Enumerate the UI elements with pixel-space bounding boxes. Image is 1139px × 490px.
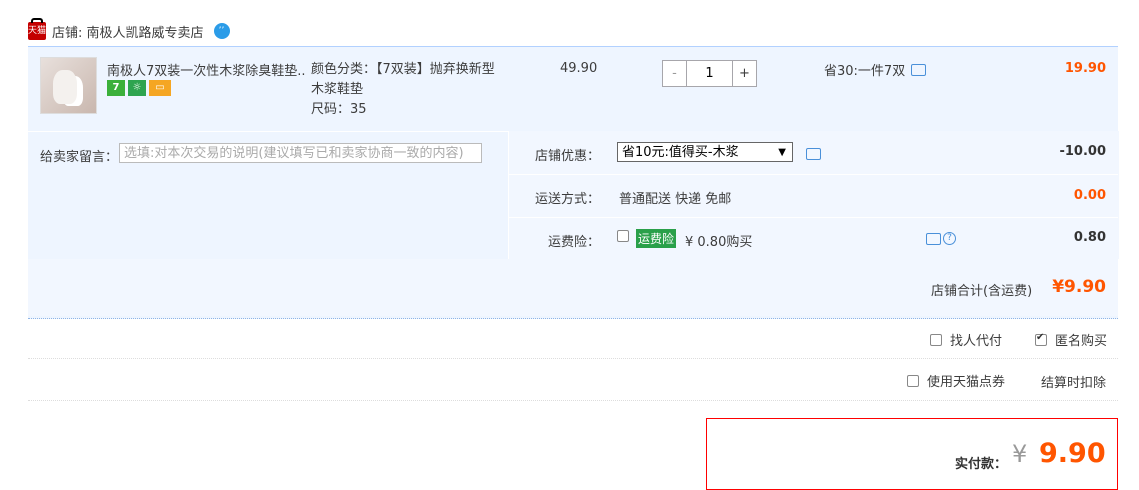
chevron-down-icon: ▼ [778,147,786,158]
proxy-pay-option[interactable]: 找人代付 [930,330,1002,349]
shipping-value: 普通配送 快递 免邮 [619,192,732,207]
quantity-stepper: - 1 + [662,60,757,87]
guarantee-icon[interactable]: ☼ [128,80,146,96]
tmall-points-option[interactable]: 使用天猫点券 [907,371,1005,390]
item-price: 49.90 [560,61,598,76]
memo-label: 给卖家留言： [40,150,119,165]
item-subtotal: 19.90 [1064,61,1106,76]
insurance-amount: 0.80 [1073,230,1106,245]
promo-chat-icon[interactable] [911,63,927,76]
sku-size: 尺码：35 [311,102,367,117]
ww-chat-icon[interactable]: ʼʼ [213,23,230,39]
promo-text: 省30:一件7双 [824,64,906,79]
shipping-amount: 0.00 [1073,188,1106,203]
divider [508,217,1118,218]
discount-chat-icon[interactable] [806,148,821,160]
shipping-label: 运送方式： [534,192,600,207]
insurance-text: ¥ 0.80购买 [685,235,753,250]
sku-color-cont: 木浆鞋垫 [311,82,364,97]
shop-name[interactable]: 店铺: 南极人凯路威专卖店 [52,22,204,41]
tmall-points-checkbox[interactable] [907,374,919,387]
payment-currency: ¥ [1012,440,1028,468]
proxy-pay-label: 找人代付 [950,334,1003,349]
sku-color: 颜色分类：【7双装】抛弃换新型 [311,62,495,77]
discount-select[interactable]: 省10元:值得买-木浆 ▼ [617,142,793,162]
anonymous-label: 匿名购买 [1055,334,1108,349]
payment-amount: 9.90 [1039,438,1106,469]
credit-card-icon[interactable]: ▭ [149,80,171,96]
tmall-logo-icon: 天猫 [28,18,46,40]
insurance-icons: ? [926,232,956,245]
anonymous-option[interactable]: 匿名购买 [1035,330,1107,349]
insurance-label: 运费险： [547,235,600,250]
product-thumbnail[interactable] [40,57,97,114]
insurance-badge: 运费险 [636,229,677,248]
item-badges: 7 ☼ ▭ [107,80,171,96]
insurance-checkbox[interactable] [617,230,629,242]
shop-total-label: 店铺合计(含运费) [931,284,1033,299]
payment-label: 实付款： [955,457,1008,472]
seven-day-return-icon[interactable]: 7 [107,80,125,96]
shop-header: 天猫 店铺: 南极人凯路威专卖店 ʼʼ [28,18,230,44]
item-title[interactable]: 南极人7双装一次性木浆除臭鞋垫.. [107,60,307,79]
item-sku: 颜色分类：【7双装】抛弃换新型 木浆鞋垫 尺码：35 [311,60,521,120]
proxy-pay-checkbox[interactable] [930,333,942,346]
insurance-chat-icon[interactable] [926,232,941,245]
qty-minus-button[interactable]: - [663,61,686,86]
quantity-input[interactable]: 1 [686,61,733,86]
deduct-label: 结算时扣除 [1041,376,1107,391]
anonymous-checkbox[interactable] [1035,332,1047,346]
qty-plus-button[interactable]: + [733,61,756,86]
discount-label: 店铺优惠： [534,149,600,164]
memo-input[interactable]: 选填:对本次交易的说明(建议填写已和卖家协商一致的内容) [119,143,482,163]
shop-total-amount: ¥9.90 [1052,277,1106,297]
tmall-points-label: 使用天猫点券 [927,375,1006,390]
item-promo: 省30:一件7双 [824,60,927,79]
divider [508,174,1118,175]
discount-selected: 省10元:值得买-木浆 [622,145,739,160]
help-icon[interactable]: ? [943,232,956,245]
discount-amount: -10.00 [1059,144,1106,159]
